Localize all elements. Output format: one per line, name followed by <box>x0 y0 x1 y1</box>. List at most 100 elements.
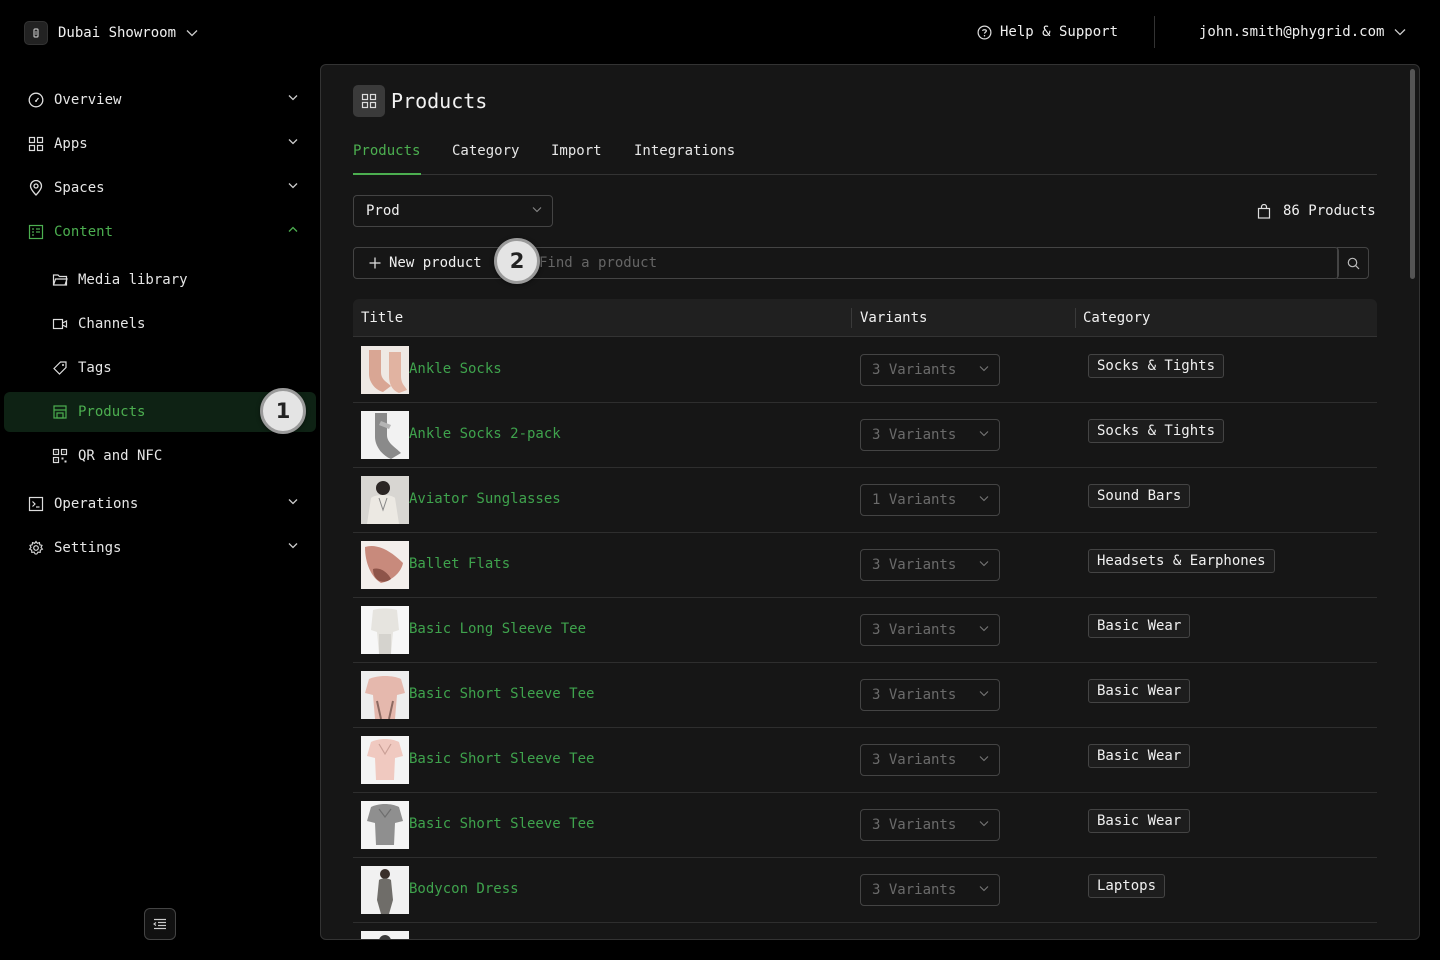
sidebar-item-tags[interactable]: Tags <box>4 348 316 388</box>
search-input[interactable] <box>503 247 1339 279</box>
sidebar-item-settings[interactable]: Settings <box>4 528 316 568</box>
table-row[interactable]: Aviator Sunglasses 1 Variants Sound Bars <box>353 468 1377 533</box>
product-thumbnail <box>361 541 409 589</box>
tab-import[interactable]: Import <box>551 143 602 175</box>
collapse-menu-icon <box>153 918 166 930</box>
tab-products[interactable]: Products <box>353 143 421 175</box>
table-header: Title Variants Category <box>353 299 1377 337</box>
variants-count: 1 Variants <box>872 492 957 508</box>
chevron-down-icon <box>288 499 298 505</box>
variants-select[interactable]: 3 Variants <box>860 419 1000 451</box>
column-header-variants: Variants <box>860 310 928 326</box>
product-title-link[interactable]: Basic Short Sleeve Tee <box>409 751 594 767</box>
tab-category[interactable]: Category <box>452 143 519 175</box>
product-count-label: 86 Products <box>1283 203 1376 219</box>
category-tag: Headsets & Earphones <box>1088 549 1275 573</box>
sidebar-item-apps[interactable]: Apps <box>4 124 316 164</box>
sidebar-item-label: Apps <box>54 136 88 152</box>
variants-select[interactable]: 3 Variants <box>860 679 1000 711</box>
variants-select[interactable]: 3 Variants <box>860 549 1000 581</box>
table-row[interactable]: Basic Short Sleeve Tee 3 Variants Basic … <box>353 793 1377 858</box>
sidebar-item-label: Content <box>54 224 114 240</box>
product-thumbnail <box>361 736 409 784</box>
variants-select[interactable]: 3 Variants <box>860 809 1000 841</box>
column-divider <box>851 308 852 328</box>
new-product-button[interactable]: New product <box>353 247 503 279</box>
workspace-name: Dubai Showroom <box>58 24 177 41</box>
search-icon <box>1347 257 1359 269</box>
column-header-title: Title <box>361 310 404 326</box>
shopping-bag-icon <box>1257 203 1271 219</box>
category-tag: Sound Bars <box>1088 484 1191 508</box>
chevron-down-icon <box>979 886 989 892</box>
sidebar-item-operations[interactable]: Operations <box>4 484 316 524</box>
variants-select[interactable]: 3 Variants <box>860 744 1000 776</box>
product-thumbnail <box>361 476 409 524</box>
tag-icon <box>53 361 67 375</box>
chevron-down-icon <box>979 626 989 632</box>
table-row-partial[interactable] <box>353 923 1377 939</box>
product-title-link[interactable]: Ballet Flats <box>409 556 510 572</box>
product-title-link[interactable]: Bodycon Dress <box>409 881 519 897</box>
variants-select[interactable]: 3 Variants <box>860 354 1000 386</box>
plus-icon <box>369 257 381 269</box>
variants-select[interactable]: 1 Variants <box>860 484 1000 516</box>
product-title-link[interactable]: Aviator Sunglasses <box>409 491 561 507</box>
table-row[interactable]: Bodycon Dress 3 Variants Laptops <box>353 858 1377 923</box>
variants-select[interactable]: 3 Variants <box>860 874 1000 906</box>
environment-select[interactable]: Prod <box>353 195 553 227</box>
product-thumbnail <box>361 866 409 914</box>
sidebar-item-channels[interactable]: Channels <box>4 304 316 344</box>
grid-icon <box>28 136 44 152</box>
gauge-icon <box>28 92 44 108</box>
chevron-down-icon <box>288 543 298 549</box>
product-thumbnail <box>361 801 409 849</box>
sidebar-item-label: Tags <box>78 360 112 376</box>
variants-count: 3 Variants <box>872 752 957 768</box>
main-panel: Products Products Category Import Integr… <box>320 64 1420 940</box>
product-title-link[interactable]: Ankle Socks <box>409 361 502 377</box>
tab-integrations[interactable]: Integrations <box>634 143 735 175</box>
variants-count: 3 Variants <box>872 687 957 703</box>
folder-icon <box>52 274 68 286</box>
chevron-up-icon <box>288 226 298 232</box>
search-button[interactable] <box>1337 247 1369 279</box>
sidebar-item-content[interactable]: Content <box>4 212 316 252</box>
product-title-link[interactable]: Ankle Socks 2-pack <box>409 426 561 442</box>
table-row[interactable]: Basic Short Sleeve Tee 3 Variants Basic … <box>353 663 1377 728</box>
table-row[interactable]: Ankle Socks 2-pack 3 Variants Socks & Ti… <box>353 403 1377 468</box>
map-pin-icon <box>29 180 43 196</box>
table-row[interactable]: Ballet Flats 3 Variants Headsets & Earph… <box>353 533 1377 598</box>
help-support-link[interactable]: Help & Support <box>977 22 1118 42</box>
product-thumbnail <box>361 931 409 939</box>
scrollbar[interactable] <box>1410 69 1415 279</box>
sidebar-item-label: Settings <box>54 540 122 556</box>
variants-count: 3 Variants <box>872 557 957 573</box>
product-thumbnail <box>361 346 409 394</box>
sidebar-item-media-library[interactable]: Media library <box>4 260 316 300</box>
product-thumbnail <box>361 411 409 459</box>
collapse-sidebar-button[interactable] <box>144 908 176 940</box>
chevron-down-icon <box>288 139 298 145</box>
sidebar-item-spaces[interactable]: Spaces <box>4 168 316 208</box>
table-row[interactable]: Ankle Socks 3 Variants Socks & Tights <box>353 338 1377 403</box>
sidebar-item-label: Channels <box>78 316 146 332</box>
sidebar-item-qr-nfc[interactable]: QR and NFC <box>4 436 316 476</box>
table-row[interactable]: Basic Long Sleeve Tee 3 Variants Basic W… <box>353 598 1377 663</box>
sidebar-item-label: Products <box>78 404 146 420</box>
chevron-down-icon <box>979 561 989 567</box>
product-title-link[interactable]: Basic Short Sleeve Tee <box>409 816 594 832</box>
variants-count: 3 Variants <box>872 622 957 638</box>
user-menu[interactable]: john.smith@phygrid.com <box>1199 22 1406 42</box>
chevron-down-icon <box>288 183 298 189</box>
workspace-logo-icon <box>24 20 48 45</box>
product-title-link[interactable]: Basic Short Sleeve Tee <box>409 686 594 702</box>
sidebar-item-overview[interactable]: Overview <box>4 80 316 120</box>
table-row[interactable]: Basic Short Sleeve Tee 3 Variants Basic … <box>353 728 1377 793</box>
variants-select[interactable]: 3 Variants <box>860 614 1000 646</box>
product-thumbnail <box>361 606 409 654</box>
product-title-link[interactable]: Basic Long Sleeve Tee <box>409 621 586 637</box>
store-icon <box>53 405 67 419</box>
workspace-switcher[interactable]: Dubai Showroom <box>24 20 198 45</box>
variants-count: 3 Variants <box>872 817 957 833</box>
